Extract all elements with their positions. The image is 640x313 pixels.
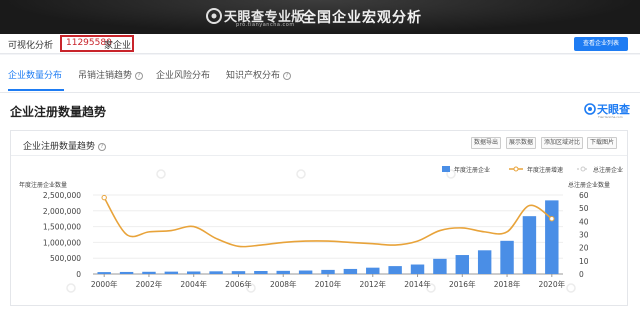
bar-2003	[164, 271, 179, 274]
banner-sub: pro.tianyancha.com	[236, 22, 295, 28]
tab-risk-distribution[interactable]: 企业风险分布	[156, 68, 210, 81]
legend-dashed-label: 总注册企业	[593, 166, 623, 174]
x-tick-label: 2000年	[91, 279, 118, 289]
right-tick-label: 40	[579, 217, 589, 226]
bar-series	[97, 200, 559, 274]
right-axis-label: 总注册企业数量	[568, 181, 610, 189]
left-tick-label: 500,000	[50, 254, 81, 263]
chart-card: 企业注册数量趋势? 数据导出 展示数据 添加区域对比 下载图片 0 500,000…	[10, 130, 628, 306]
bar-2020	[545, 200, 559, 274]
left-axis-label: 年度注册企业数量	[19, 181, 67, 189]
bar-2018	[500, 240, 514, 274]
watermark-mark	[566, 283, 576, 293]
banner-separator: ·	[290, 9, 294, 23]
tab-company-distribution[interactable]: 企业数量分布	[8, 68, 62, 81]
x-tick-label: 2020年	[539, 279, 566, 289]
bar-2004	[187, 271, 201, 274]
registration-trend-chart: 0 500,000 1,000,000 1,500,000 2,000,000 2,500…	[19, 166, 623, 293]
eye-logo-icon	[584, 103, 596, 115]
header-banner: 天眼查专业版 pro.tianyancha.com · 全国企业宏观分析	[0, 0, 640, 34]
bar-2008	[276, 270, 290, 274]
legend-bar-label: 年度注册企业	[454, 166, 490, 174]
bar-2015	[433, 258, 447, 274]
bar-2001	[119, 271, 134, 274]
watermark-mark	[66, 283, 76, 293]
bar-2010	[321, 269, 335, 274]
legend-dashed-marker	[580, 166, 586, 172]
tianyancha-logo-icon	[206, 8, 222, 24]
help-icon[interactable]: ?	[135, 72, 144, 80]
x-tick-label: 2008年	[270, 279, 297, 289]
watermark-mark	[296, 169, 306, 179]
right-tick-label: 20	[579, 244, 589, 253]
tab-label: 企业数量分布	[8, 71, 63, 81]
right-tick-label: 60	[579, 191, 589, 200]
x-tick-label: 2002年	[136, 279, 163, 289]
tab-label: 企业风险分布	[156, 71, 211, 81]
bar-2017	[477, 250, 492, 274]
right-axis-ticks: 0 10 20 30 40 50 60	[579, 191, 589, 279]
tab-revocation-trend[interactable]: 吊销注销趋势?	[78, 68, 144, 81]
growth-rate-line	[103, 197, 553, 248]
x-tick-label: 2006年	[225, 279, 252, 289]
growth-point-2020	[549, 216, 555, 222]
legend-line-marker	[513, 166, 519, 172]
left-tick-label: 1,500,000	[43, 223, 81, 232]
chart-legend: 年度注册企业 年度注册增速 总注册企业	[442, 166, 623, 174]
left-tick-label: 2,500,000	[43, 191, 81, 200]
tab-label: 知识产权分布	[226, 71, 281, 81]
x-tick-label: 2016年	[449, 279, 476, 289]
chart-gridlines	[93, 194, 563, 275]
company-count-unit: 家企业	[104, 41, 132, 51]
view-company-list-button[interactable]: 查看企业列表	[574, 37, 628, 51]
bar-2011	[343, 268, 358, 274]
bar-2007	[254, 270, 268, 274]
right-tick-label: 0	[579, 270, 584, 279]
left-tick-label: 2,000,000	[43, 207, 81, 216]
active-tab-indicator	[8, 89, 64, 91]
section-header: 企业注册数量趋势 天眼查 TianYanCha.com	[0, 93, 640, 129]
x-axis-ticks: 2000年 2002年 2004年 2006年 2008年 2010年 2012年 2014年…	[91, 274, 566, 289]
watermark-mark	[156, 169, 166, 179]
tab-bar: 企业数量分布 吊销注销趋势? 企业风险分布 知识产权分布?	[0, 55, 640, 93]
right-tick-label: 30	[579, 231, 589, 240]
tab-ip-distribution[interactable]: 知识产权分布?	[226, 68, 292, 81]
section-title: 企业注册数量趋势	[10, 105, 107, 119]
help-icon[interactable]: ?	[283, 72, 292, 80]
right-tick-label: 10	[579, 257, 589, 266]
left-tick-label: 0	[76, 270, 81, 279]
x-tick-label: 2010年	[315, 279, 342, 289]
bar-2016	[455, 255, 469, 274]
bar-2006	[231, 271, 246, 274]
growth-rate-points	[101, 194, 555, 222]
logo-subtext: TianYanCha.com	[598, 115, 623, 119]
growth-point-2000	[101, 194, 107, 201]
x-tick-label: 2018年	[494, 279, 521, 289]
left-tick-label: 1,000,000	[43, 238, 81, 247]
breadcrumb: 可视化分析	[8, 41, 54, 51]
x-tick-label: 2004年	[180, 279, 207, 289]
x-tick-label: 2012年	[359, 279, 386, 289]
bar-2000	[97, 272, 111, 274]
bar-2012	[366, 267, 380, 274]
banner-title: 全国企业宏观分析	[302, 10, 422, 26]
bar-2019	[522, 216, 537, 274]
legend-line-label: 年度注册增速	[527, 166, 563, 174]
bar-2009	[298, 270, 313, 274]
bar-2005	[209, 271, 223, 274]
tab-label: 吊销注销趋势	[78, 71, 133, 81]
right-tick-label: 50	[579, 204, 589, 213]
bar-2013	[388, 266, 402, 274]
legend-bar-swatch	[442, 166, 450, 172]
bar-2002	[142, 271, 156, 274]
x-tick-label: 2014年	[404, 279, 431, 289]
topbar: 可视化分析 11295580 家企业 查看企业列表	[0, 34, 640, 54]
bar-2014	[410, 264, 425, 274]
left-axis-ticks: 0 500,000 1,000,000 1,500,000 2,000,000 2,500…	[43, 191, 81, 279]
